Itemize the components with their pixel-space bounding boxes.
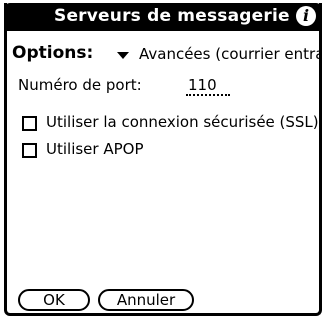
dropdown-arrow-icon[interactable]: [117, 52, 129, 59]
apop-checkbox[interactable]: [22, 143, 37, 158]
options-label: Options:: [12, 43, 94, 63]
port-label: Numéro de port:: [18, 76, 142, 94]
window-title: Serveurs de messagerie: [54, 6, 290, 26]
screen: Serveurs de messagerie i Options: Avancé…: [0, 0, 329, 326]
title-bar: Serveurs de messagerie i: [4, 3, 322, 31]
apop-checkbox-label[interactable]: Utiliser APOP: [46, 140, 144, 158]
cancel-button[interactable]: Annuler: [98, 289, 194, 311]
options-dropdown[interactable]: Avancées (courrier entrant): [139, 45, 322, 63]
port-input[interactable]: 110: [186, 76, 230, 96]
info-icon[interactable]: i: [296, 6, 316, 26]
ssl-checkbox[interactable]: [22, 116, 37, 131]
ssl-checkbox-label[interactable]: Utiliser la connexion sécurisée (SSL): [46, 113, 320, 131]
ok-button[interactable]: OK: [18, 289, 90, 311]
